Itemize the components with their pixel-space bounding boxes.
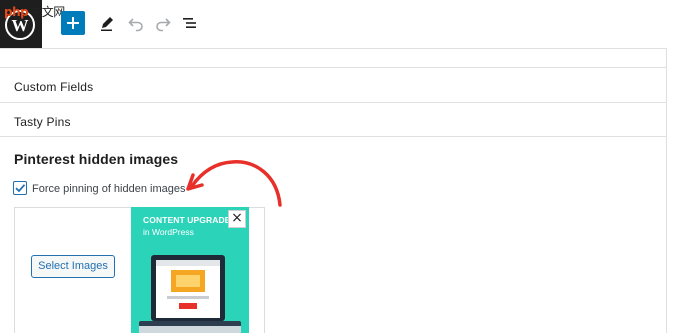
force-pinning-checkbox[interactable]: [13, 181, 27, 195]
force-pinning-label[interactable]: Force pinning of hidden images: [32, 183, 185, 195]
toolbar-divider: [0, 48, 666, 49]
add-block-button[interactable]: [61, 11, 85, 35]
site-watermark: php 中文网: [4, 3, 65, 20]
redo-icon[interactable]: [154, 14, 172, 32]
checkmark-icon: [15, 184, 26, 193]
editor-toolbar: W php 中文网: [0, 0, 680, 48]
panel-custom-fields[interactable]: Custom Fields: [14, 80, 93, 94]
panel-divider: [0, 136, 666, 137]
sidebar-border: [666, 48, 667, 333]
panel-divider: [0, 102, 666, 103]
panel-divider: [0, 67, 666, 68]
pinterest-heading: Pinterest hidden images: [14, 151, 179, 167]
watermark-text-a: php: [4, 5, 29, 19]
select-images-button[interactable]: Select Images: [31, 255, 115, 278]
panel-tasty-pins[interactable]: Tasty Pins: [14, 115, 71, 129]
undo-icon[interactable]: [127, 14, 145, 32]
watermark-text-b: 中文网: [30, 5, 65, 19]
pencil-icon[interactable]: [98, 14, 116, 32]
list-view-icon[interactable]: [181, 14, 199, 32]
annotation-arrow: [186, 160, 282, 207]
